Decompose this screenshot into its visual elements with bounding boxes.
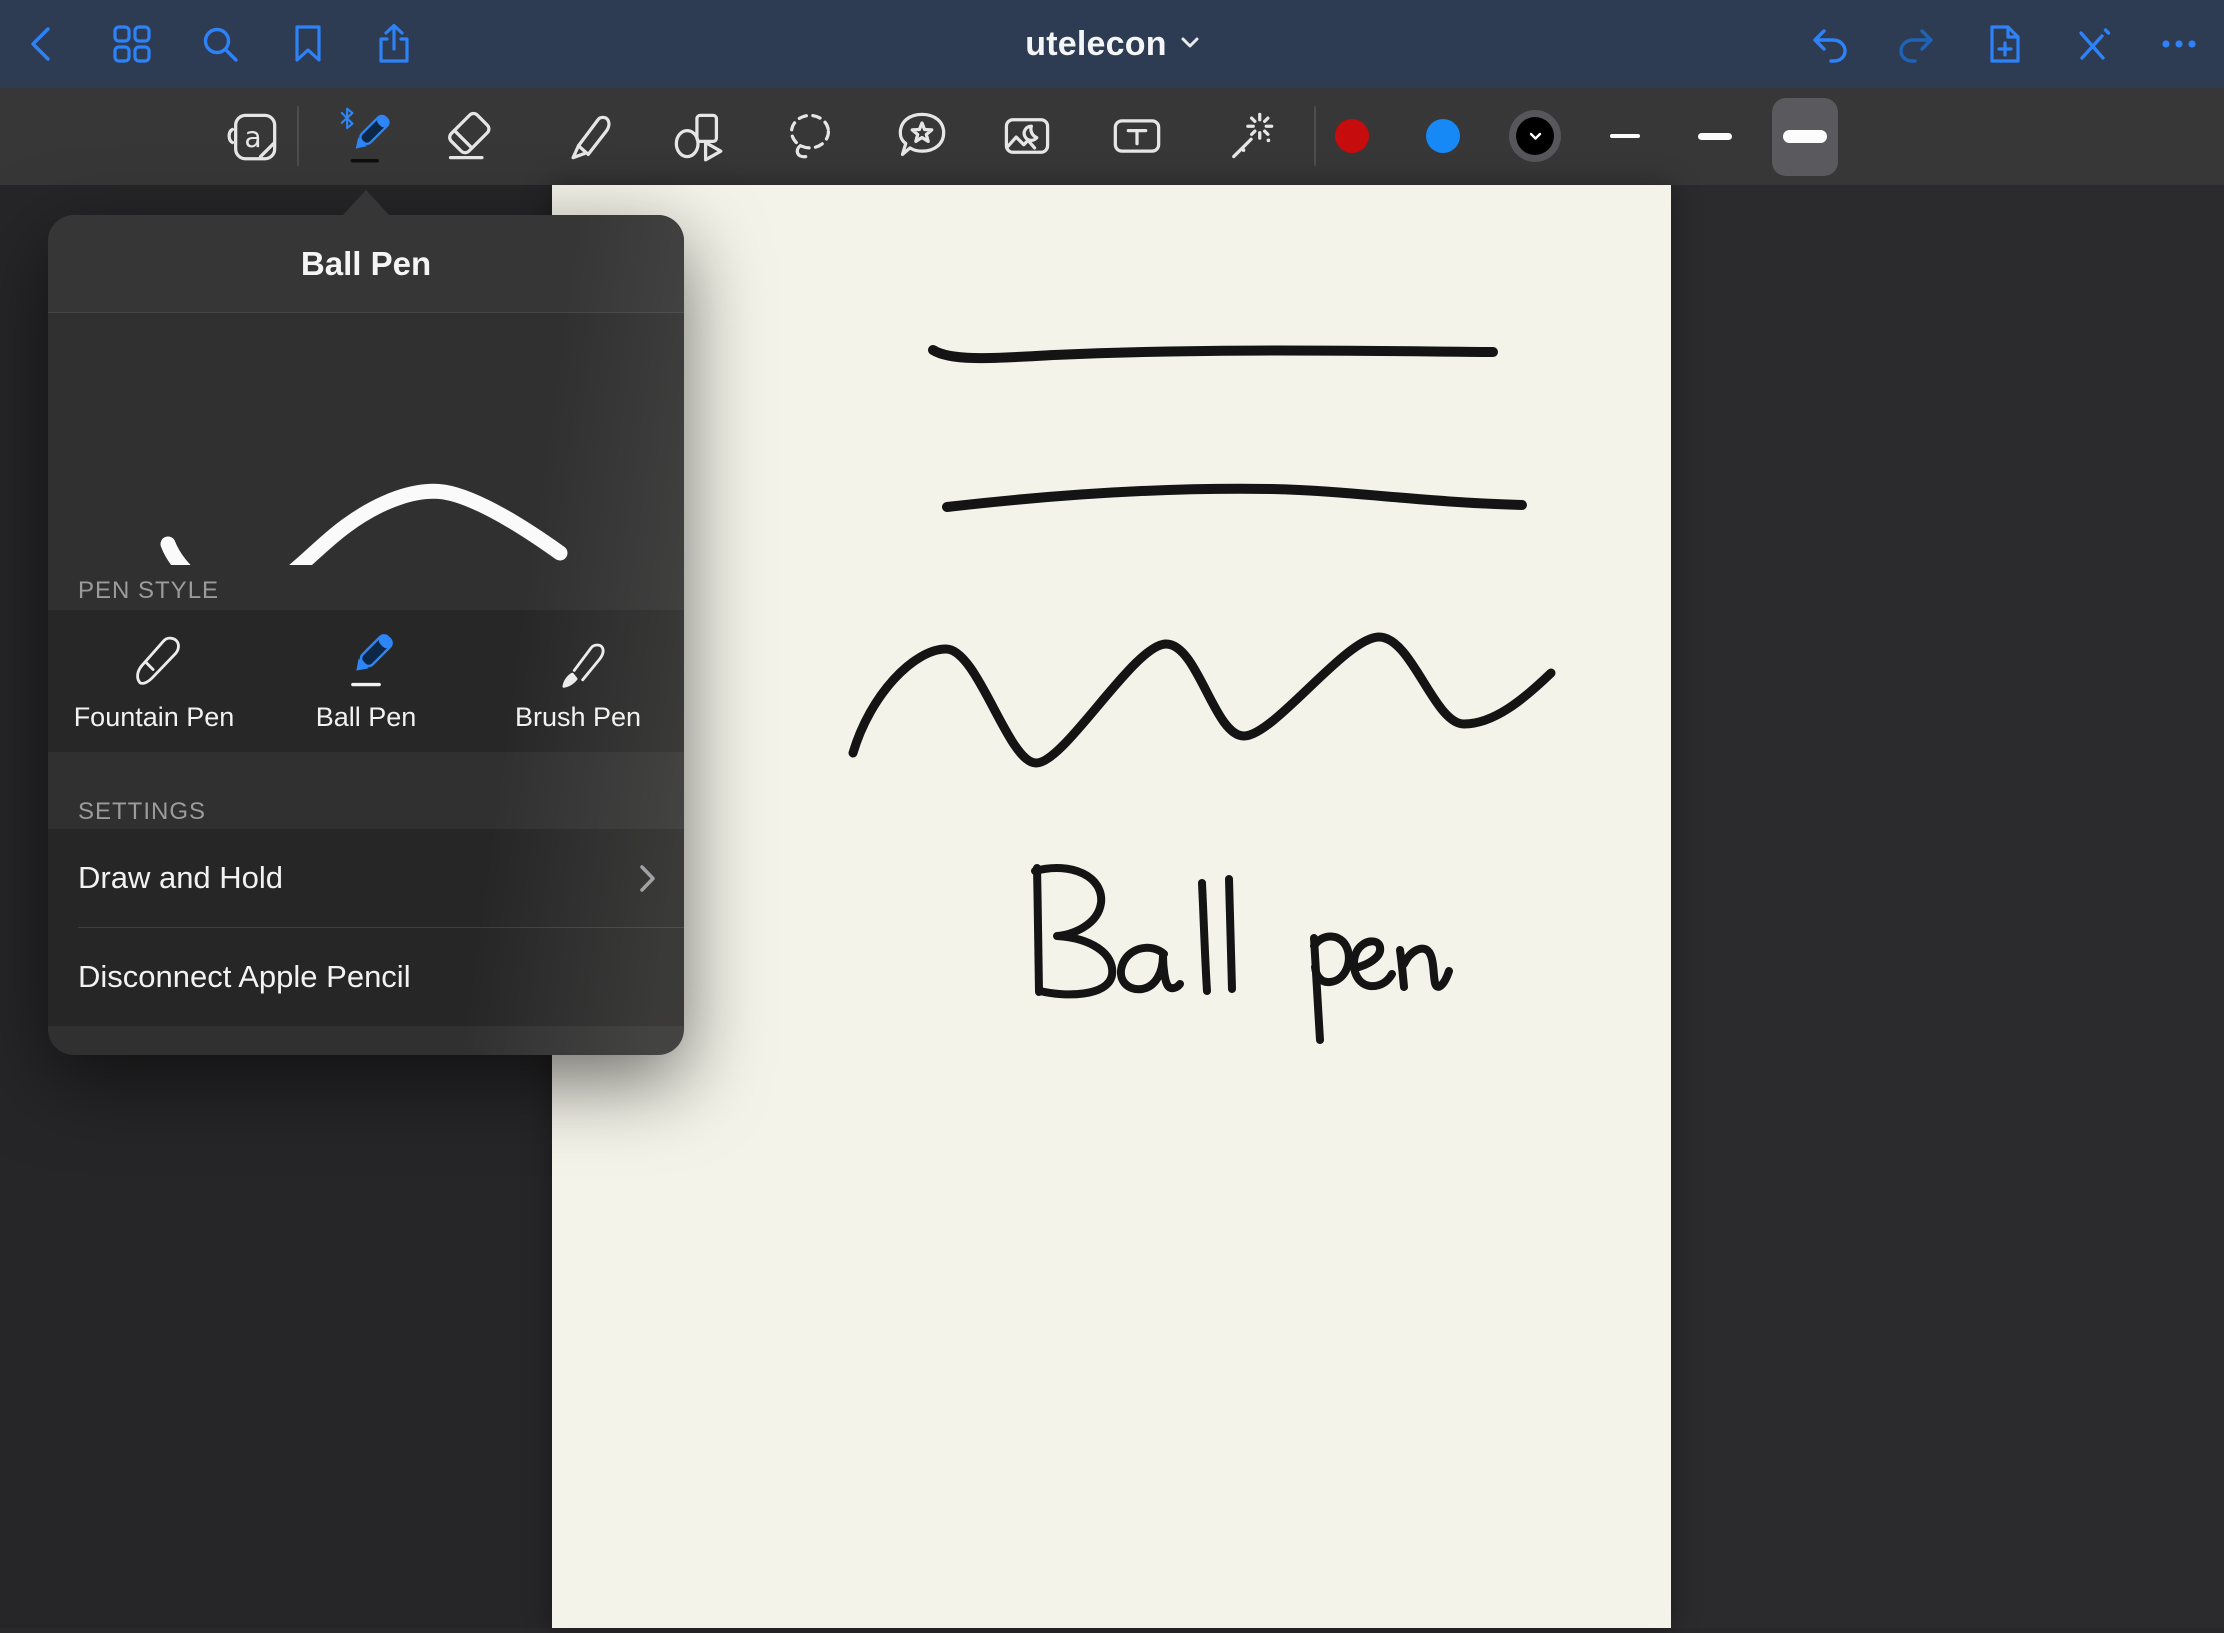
settings-row-disconnect-apple-pencil[interactable]: Disconnect Apple Pencil bbox=[48, 928, 684, 1026]
highlighter-tool-icon[interactable] bbox=[555, 106, 615, 166]
pen-style-options: Fountain Pen Ball Pen bbox=[48, 610, 684, 752]
ball-pen-icon bbox=[334, 629, 398, 698]
note-page-canvas[interactable] bbox=[552, 185, 1671, 1628]
pen-style-section-label: PEN STYLE bbox=[78, 577, 219, 605]
chevron-down-icon bbox=[1181, 35, 1199, 53]
settings-section-label: SETTINGS bbox=[78, 798, 206, 826]
workspace-background-right bbox=[1671, 185, 2224, 1628]
close-pen-icon[interactable] bbox=[2070, 22, 2114, 66]
ink-strokes bbox=[552, 185, 1671, 1628]
thickness-thin[interactable] bbox=[1610, 134, 1640, 138]
thickness-medium[interactable] bbox=[1698, 133, 1732, 140]
settings-row-label: Draw and Hold bbox=[78, 860, 283, 896]
settings-row-label: Disconnect Apple Pencil bbox=[78, 959, 411, 995]
page-title: utelecon bbox=[1025, 25, 1166, 64]
add-page-icon[interactable] bbox=[1983, 22, 2027, 66]
text-tool-icon[interactable] bbox=[1107, 106, 1167, 166]
preview-stroke bbox=[168, 491, 560, 565]
stroke-wave bbox=[853, 637, 1551, 763]
pen-option-label: Fountain Pen bbox=[74, 702, 235, 733]
stroke-line-2 bbox=[947, 489, 1522, 507]
popover-arrow bbox=[342, 190, 390, 216]
laser-pointer-tool-icon[interactable] bbox=[1220, 106, 1280, 166]
pen-option-fountain-pen[interactable]: Fountain Pen bbox=[48, 610, 260, 752]
color-swatch-black-selected[interactable] bbox=[1509, 110, 1561, 162]
thickness-thick-selected[interactable] bbox=[1783, 130, 1827, 143]
color-swatch-red[interactable] bbox=[1335, 119, 1369, 153]
lasso-tool-icon[interactable] bbox=[780, 106, 840, 166]
toolbar-divider bbox=[297, 106, 299, 166]
fountain-pen-icon bbox=[122, 629, 186, 698]
drawing-toolbar: a bbox=[0, 88, 2224, 185]
pen-option-label: Brush Pen bbox=[515, 702, 641, 733]
redo-icon[interactable] bbox=[1895, 22, 1939, 66]
chevron-right-icon bbox=[640, 865, 656, 897]
svg-text:a: a bbox=[244, 121, 261, 154]
shapes-tool-icon[interactable] bbox=[668, 106, 728, 166]
top-navigation-bar: utelecon bbox=[0, 0, 2224, 88]
sticker-tool-icon[interactable] bbox=[892, 106, 952, 166]
handwriting-panel-icon[interactable]: a bbox=[223, 106, 283, 166]
undo-icon[interactable] bbox=[1807, 22, 1851, 66]
handwriting-ball-pen bbox=[1035, 868, 1449, 1040]
stroke-line-1 bbox=[933, 350, 1493, 358]
document-title-button[interactable]: utelecon bbox=[0, 0, 2224, 88]
popover-title-bar: Ball Pen bbox=[48, 215, 684, 313]
eraser-tool-icon[interactable] bbox=[440, 106, 500, 166]
settings-rows: Draw and Hold Disconnect Apple Pencil bbox=[48, 829, 684, 1026]
settings-row-draw-and-hold[interactable]: Draw and Hold bbox=[48, 829, 684, 927]
brush-pen-icon bbox=[546, 629, 610, 698]
image-tool-icon[interactable] bbox=[997, 106, 1057, 166]
toolbar-divider bbox=[1314, 106, 1316, 166]
more-icon[interactable] bbox=[2157, 22, 2201, 66]
pen-settings-popover: Ball Pen PEN STYLE Fountain Pen bbox=[48, 215, 684, 1055]
pen-option-ball-pen-selected[interactable]: Ball Pen bbox=[260, 610, 472, 752]
chevron-down-icon bbox=[1529, 132, 1542, 141]
color-swatch-black bbox=[1516, 117, 1554, 155]
popover-title: Ball Pen bbox=[301, 245, 431, 283]
color-swatch-blue[interactable] bbox=[1426, 119, 1460, 153]
pen-option-label: Ball Pen bbox=[316, 702, 417, 733]
pen-option-brush-pen[interactable]: Brush Pen bbox=[472, 610, 684, 752]
stroke-preview bbox=[48, 314, 684, 565]
pen-tool-icon[interactable] bbox=[333, 106, 393, 166]
